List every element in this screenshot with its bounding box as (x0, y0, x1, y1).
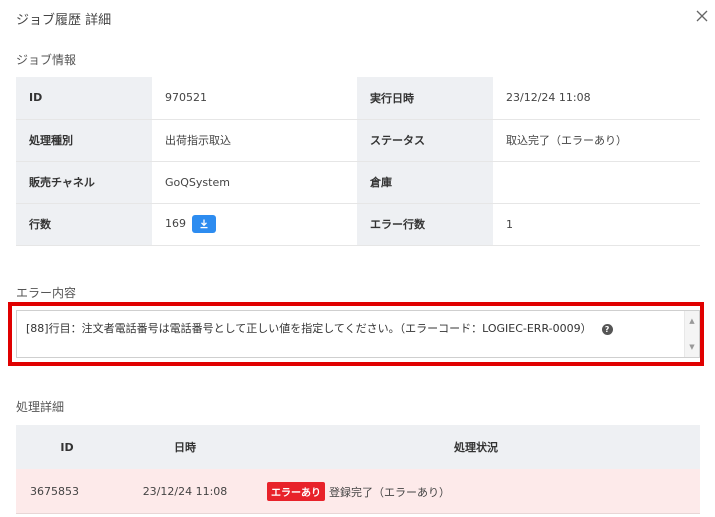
error-badge: エラーあり (267, 481, 325, 501)
label-sales-channel: 販売チャネル (16, 161, 152, 204)
value-row-count: 169 (165, 217, 186, 230)
label-row-count: 行数 (16, 203, 152, 246)
job-info-table: ID 970521 実行日時 23/12/24 11:08 処理種別 出荷指示取… (16, 77, 700, 246)
status-text: 登録完了（エラーあり） (329, 485, 450, 499)
value-process-type: 出荷指示取込 (152, 119, 357, 162)
error-message-box[interactable]: [88]行目：注文者電話番号は電話番号として正しい値を指定してください。（エラー… (16, 310, 700, 358)
section-title-error: エラー内容 (16, 286, 77, 300)
column-header-id: ID (16, 425, 118, 469)
value-sales-channel: GoQSystem (152, 161, 357, 204)
label-id: ID (16, 77, 152, 120)
value-id: 970521 (152, 77, 357, 120)
value-warehouse (493, 161, 700, 204)
cell-status: エラーあり 登録完了（エラーあり） (252, 469, 700, 514)
section-title-process: 処理詳細 (16, 400, 65, 414)
value-exec-datetime: 23/12/24 11:08 (493, 77, 700, 120)
error-message: [88]行目：注文者電話番号は電話番号として正しい値を指定してください。（エラー… (26, 322, 592, 335)
download-icon (200, 219, 208, 229)
info-row: ID 970521 実行日時 23/12/24 11:08 (16, 77, 700, 120)
info-row: 販売チャネル GoQSystem 倉庫 (16, 161, 700, 204)
cell-datetime: 23/12/24 11:08 (118, 469, 252, 514)
value-row-count-cell: 169 (152, 203, 357, 246)
label-process-type: 処理種別 (16, 119, 152, 162)
column-header-status: 処理状況 (252, 425, 700, 469)
cell-id: 3675853 (16, 469, 118, 514)
label-exec-datetime: 実行日時 (357, 77, 493, 120)
info-row: 行数 169 エラー行数 1 (16, 203, 700, 246)
label-error-row-count: エラー行数 (357, 203, 493, 246)
process-table-header: ID 日時 処理状況 (16, 425, 700, 469)
close-icon[interactable] (696, 10, 708, 22)
help-icon[interactable]: ? (601, 323, 613, 335)
info-row: 処理種別 出荷指示取込 ステータス 取込完了（エラーあり） (16, 119, 700, 162)
process-table: ID 日時 処理状況 3675853 23/12/24 11:08 エラーあり登… (16, 425, 700, 514)
error-message-line: [88]行目：注文者電話番号は電話番号として正しい値を指定してください。（エラー… (26, 320, 613, 336)
download-button[interactable] (192, 215, 216, 233)
value-status: 取込完了（エラーあり） (493, 119, 700, 162)
value-error-row-count: 1 (493, 203, 700, 246)
modal-title: ジョブ履歴 詳細 (16, 13, 112, 28)
scroll-up-arrow-icon[interactable]: ▲ (688, 317, 696, 325)
section-title-job-info: ジョブ情報 (16, 53, 77, 67)
scroll-down-arrow-icon[interactable]: ▼ (688, 343, 696, 351)
column-header-datetime: 日時 (118, 425, 252, 469)
table-row: 3675853 23/12/24 11:08 エラーあり 登録完了（エラーあり） (16, 469, 700, 514)
label-status: ステータス (357, 119, 493, 162)
label-warehouse: 倉庫 (357, 161, 493, 204)
error-scrollbar[interactable]: ▲ ▼ (684, 311, 699, 357)
